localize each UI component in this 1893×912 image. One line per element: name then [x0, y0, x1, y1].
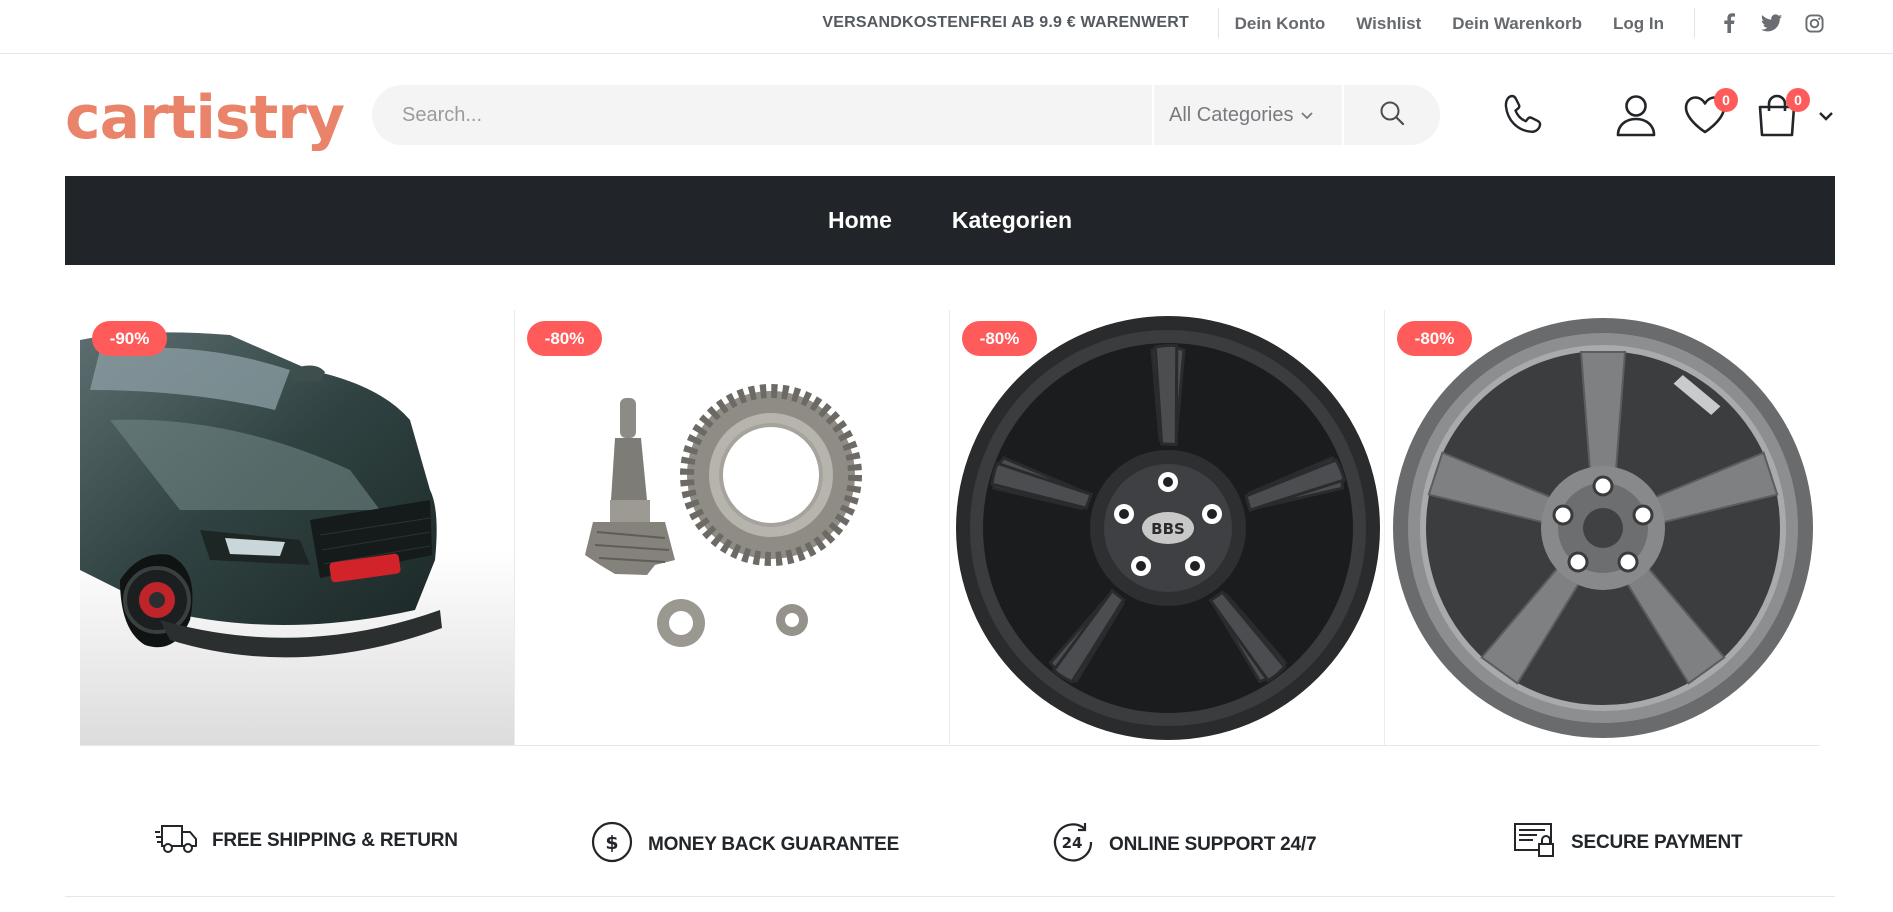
phone-button[interactable]: [1500, 92, 1550, 142]
twitter-icon[interactable]: [1760, 12, 1783, 34]
feature-label: ONLINE SUPPORT 24/7: [1109, 833, 1317, 855]
my-account-link[interactable]: Dein Konto: [1235, 14, 1326, 34]
search-button[interactable]: [1344, 85, 1440, 145]
free-shipping-promo: VERSANDKOSTENFREI AB 9.9 € WARENWERT: [822, 14, 1189, 31]
product-grid: -90% -80% BBS -80% -80%: [80, 310, 1820, 746]
alloy-wheel-black-image: BBS: [950, 310, 1384, 745]
feature-free-shipping: FREE SHIPPING & RETURN: [154, 820, 458, 861]
feature-secure-payment: SECURE PAYMENT: [1513, 820, 1743, 865]
svg-text:$: $: [605, 832, 618, 854]
product-card[interactable]: BBS -80%: [950, 310, 1385, 745]
account-button[interactable]: [1611, 92, 1661, 142]
feature-label: MONEY BACK GUARANTEE: [648, 833, 900, 855]
search-input[interactable]: [372, 85, 1152, 145]
social-links: [1717, 12, 1826, 34]
product-card[interactable]: -80%: [1385, 310, 1820, 745]
feature-online-support: 24 ONLINE SUPPORT 24/7: [1051, 820, 1317, 869]
feature-label: FREE SHIPPING & RETURN: [212, 829, 458, 851]
feature-label: SECURE PAYMENT: [1571, 831, 1743, 853]
sports-car-image: [80, 310, 514, 745]
features-bar: FREE SHIPPING & RETURN $ MONEY BACK GUAR…: [65, 800, 1835, 897]
top-bar: VERSANDKOSTENFREI AB 9.9 € WARENWERT Dei…: [0, 0, 1893, 54]
chevron-down-icon: [1818, 108, 1834, 126]
nav-home[interactable]: Home: [828, 207, 892, 234]
gear-set-image: [515, 310, 949, 745]
discount-badge: -90%: [92, 321, 167, 356]
nav-kategorien[interactable]: Kategorien: [952, 207, 1072, 234]
svg-text:24: 24: [1062, 834, 1083, 852]
user-icon: [1614, 93, 1658, 142]
product-card[interactable]: -90%: [80, 310, 515, 745]
site-logo[interactable]: cartistry: [65, 80, 345, 156]
category-select-value: All Categories: [1169, 103, 1294, 126]
product-card[interactable]: -80%: [515, 310, 950, 745]
svg-text:BBS: BBS: [1151, 520, 1185, 538]
cart-link[interactable]: Dein Warenkorb: [1452, 14, 1582, 34]
dollar-circle-icon: $: [590, 820, 634, 869]
divider: [1218, 8, 1219, 38]
cart-count-badge: 0: [1786, 88, 1810, 112]
phone-icon: [1502, 92, 1548, 143]
feature-money-back: $ MONEY BACK GUARANTEE: [590, 820, 899, 869]
facebook-icon[interactable]: [1717, 12, 1740, 34]
discount-badge: -80%: [962, 321, 1037, 356]
instagram-icon[interactable]: [1803, 12, 1826, 34]
cart-dropdown-toggle[interactable]: [1813, 92, 1839, 142]
discount-badge: -80%: [527, 321, 602, 356]
divider: [1694, 8, 1695, 38]
search-bar: All Categories: [372, 85, 1440, 145]
category-select[interactable]: All Categories: [1152, 85, 1344, 145]
discount-badge: -80%: [1397, 321, 1472, 356]
login-link[interactable]: Log In: [1613, 14, 1664, 34]
main-navigation: Home Kategorien: [65, 176, 1835, 265]
truck-icon: [154, 820, 198, 861]
cart-button[interactable]: 0: [1752, 88, 1810, 142]
support-24-icon: 24: [1051, 820, 1095, 869]
wishlist-link[interactable]: Wishlist: [1356, 14, 1421, 34]
search-icon: [1379, 100, 1405, 131]
secure-payment-icon: [1513, 820, 1557, 865]
alloy-wheel-grey-image: [1385, 310, 1820, 745]
wishlist-button[interactable]: 0: [1680, 88, 1738, 142]
account-links: Dein Konto Wishlist Dein Warenkorb Log I…: [1235, 14, 1664, 34]
chevron-down-icon: [1300, 104, 1314, 127]
wishlist-count-badge: 0: [1714, 88, 1738, 112]
